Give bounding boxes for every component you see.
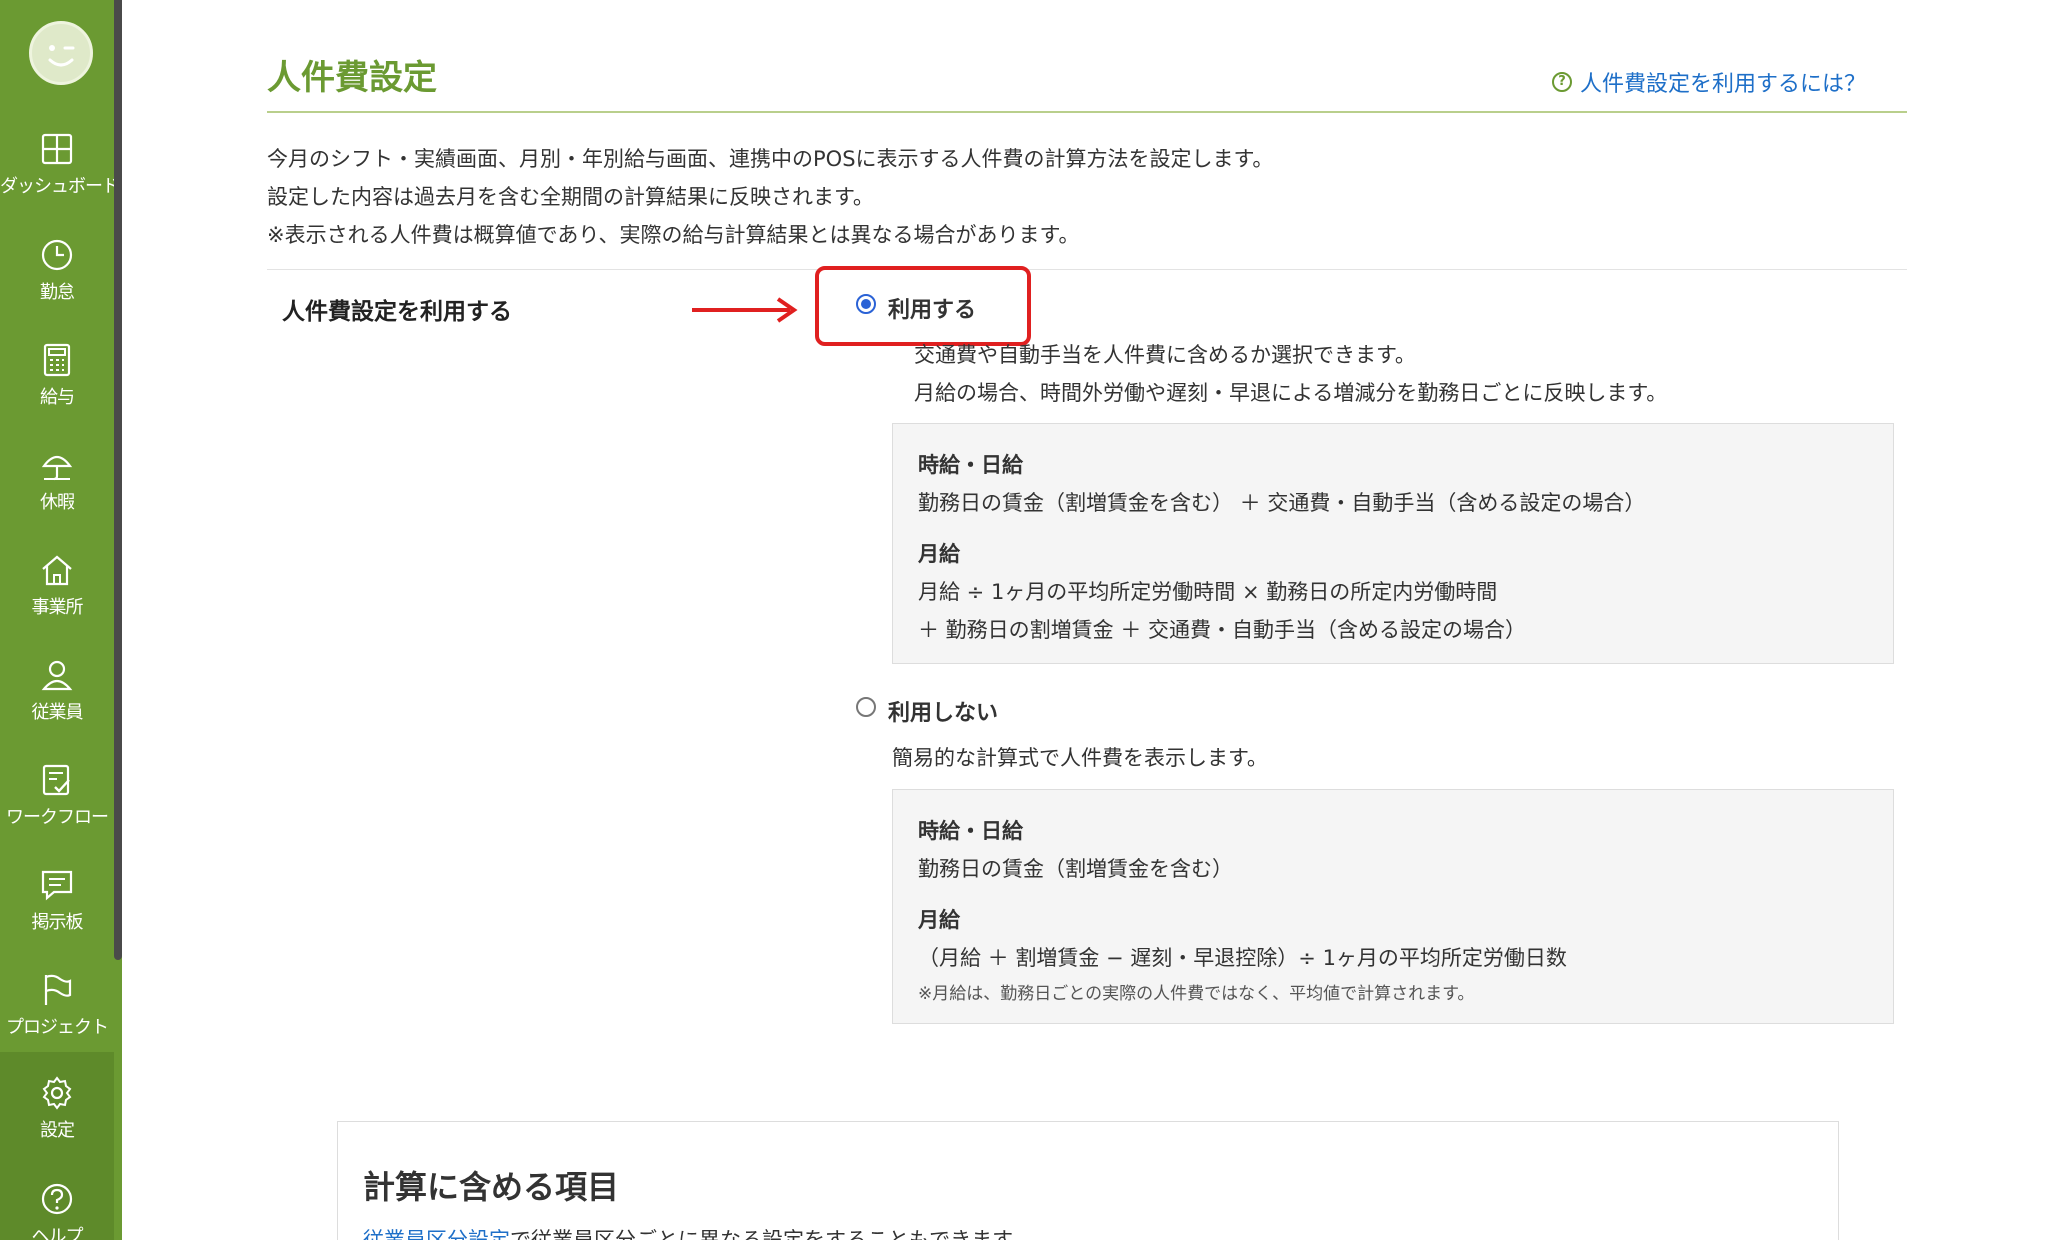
monthly-note: ※月給は、勤務日ごとの実際の人件費ではなく、平均値で計算されます。 <box>918 984 1475 1004</box>
help-icon <box>41 1183 73 1215</box>
sidebar-item-label: 給与 <box>40 387 75 408</box>
intro-text: 今月のシフト・実績画面、月別・年別給与画面、連携中のPOSに表示する人件費の計算… <box>267 140 1273 254</box>
section-divider <box>267 269 1907 270</box>
option-not-use-description: 簡易的な計算式で人件費を表示します。 <box>892 746 1268 770</box>
monthly-formula-line-2: ＋ 勤務日の割増賃金 ＋ 交通費・自動手当（含める設定の場合） <box>918 618 1527 642</box>
sidebar-item-label: 事業所 <box>31 597 84 618</box>
gear-icon <box>42 1076 72 1110</box>
monthly-heading: 月給 <box>918 908 960 932</box>
message-icon <box>41 870 73 901</box>
sidebar-item-employees[interactable]: 従業員 <box>0 658 114 758</box>
calculator-icon <box>43 343 71 377</box>
radio-not-use-label[interactable]: 利用しない <box>888 695 998 727</box>
help-link-text: 人件費設定を利用するには？ <box>1580 72 1867 97</box>
umbrella-icon <box>41 455 73 481</box>
calc-items-card: 計算に含める項目 従業員区分設定で従業員区分ごとに異なる設定をすることもできます… <box>337 1121 1839 1240</box>
question-icon: ? <box>1552 72 1572 92</box>
sidebar-item-attendance[interactable]: 勤怠 <box>0 238 114 338</box>
clock-icon <box>41 239 73 271</box>
radio-not-use[interactable] <box>856 697 876 717</box>
sidebar-item-workflow[interactable]: ワークフロー <box>0 763 114 863</box>
employee-category-link[interactable]: 従業員区分設定 <box>363 1228 510 1240</box>
sidebar-item-label: 掲示板 <box>31 912 84 933</box>
intro-line: 今月のシフト・実績画面、月別・年別給与画面、連携中のPOSに表示する人件費の計算… <box>267 147 1274 171</box>
sidebar-item-label: 設定 <box>40 1120 75 1141</box>
sidebar-item-label: ワークフロー <box>6 807 109 828</box>
formula-box-use: 時給・日給 勤務日の賃金（割増賃金を含む） ＋ 交通費・自動手当（含める設定の場… <box>892 423 1894 664</box>
sidebar-item-board[interactable]: 掲示板 <box>0 868 114 968</box>
sidebar-item-payroll[interactable]: 給与 <box>0 343 114 443</box>
sidebar-item-label: ダッシュボード <box>0 176 120 197</box>
calc-items-note: 従業員区分設定で従業員区分ごとに異なる設定をすることもできます。 <box>363 1224 1032 1240</box>
flag-icon <box>44 974 72 1005</box>
hourly-heading: 時給・日給 <box>918 819 1023 843</box>
sidebar-item-office[interactable]: 事業所 <box>0 553 114 653</box>
monthly-formula: （月給 ＋ 割増賃金 − 遅刻・早退控除）÷ 1ヶ月の平均所定労働日数 <box>918 946 1567 970</box>
home-icon <box>42 555 72 586</box>
sidebar-item-leave[interactable]: 休暇 <box>0 448 114 548</box>
sidebar: ダッシュボード 勤怠 給与 休暇 事業所 従業員 ワークフロー 掲示板 プロジェ… <box>0 0 122 1240</box>
calc-items-note-text: で従業員区分ごとに異なる設定をすることもできます。 <box>510 1228 1033 1240</box>
formula-box-not-use: 時給・日給 勤務日の賃金（割増賃金を含む） 月給 （月給 ＋ 割増賃金 − 遅刻… <box>892 789 1894 1024</box>
sidebar-item-label: ヘルプ <box>31 1226 84 1240</box>
field-label: 人件費設定を利用する <box>282 299 512 325</box>
sidebar-item-label: プロジェクト <box>6 1017 109 1038</box>
option-use-description: 交通費や自動手当を人件費に含めるか選択できます。 月給の場合、時間外労働や遅刻・… <box>914 336 1667 412</box>
monthly-heading: 月給 <box>918 542 960 566</box>
sidebar-scrollbar[interactable] <box>114 0 122 960</box>
description-line: 交通費や自動手当を人件費に含めるか選択できます。 <box>914 343 1416 367</box>
calc-items-title: 計算に含める項目 <box>363 1168 620 1206</box>
sidebar-item-label: 従業員 <box>31 702 84 723</box>
sidebar-item-dashboard[interactable]: ダッシュボード <box>0 132 120 232</box>
intro-line: 設定した内容は過去月を含む全期間の計算結果に反映されます。 <box>267 185 874 209</box>
checklist-icon <box>42 764 70 796</box>
avatar[interactable] <box>29 21 93 85</box>
dashboard-icon <box>41 133 73 165</box>
main-content: 人件費設定 ? 人件費設定を利用するには？ 今月のシフト・実績画面、月別・年別給… <box>122 0 2048 1240</box>
intro-line: ※表示される人件費は概算値であり、実際の給与計算結果とは異なる場合があります。 <box>267 223 1080 247</box>
highlight-box <box>815 266 1031 346</box>
description-line: 月給の場合、時間外労働や遅刻・早退による増減分を勤務日ごとに反映します。 <box>914 381 1668 405</box>
sidebar-item-help[interactable]: ヘルプ <box>0 1182 114 1240</box>
hourly-formula: 勤務日の賃金（割増賃金を含む） <box>918 857 1233 881</box>
sidebar-item-label: 休暇 <box>40 492 75 513</box>
hourly-heading: 時給・日給 <box>918 453 1023 477</box>
user-icon <box>41 660 73 691</box>
annotation-arrow-icon <box>692 297 798 323</box>
monthly-formula-line-1: 月給 ÷ 1ヶ月の平均所定労働時間 × 勤務日の所定内労働時間 <box>918 580 1498 604</box>
page-title: 人件費設定 <box>267 58 437 98</box>
help-link[interactable]: ? 人件費設定を利用するには？ <box>1552 66 1866 98</box>
title-divider <box>267 111 1907 113</box>
sidebar-item-settings[interactable]: 設定 <box>0 1076 114 1176</box>
sidebar-item-label: 勤怠 <box>40 282 75 303</box>
hourly-formula: 勤務日の賃金（割増賃金を含む） ＋ 交通費・自動手当（含める設定の場合） <box>918 491 1646 515</box>
